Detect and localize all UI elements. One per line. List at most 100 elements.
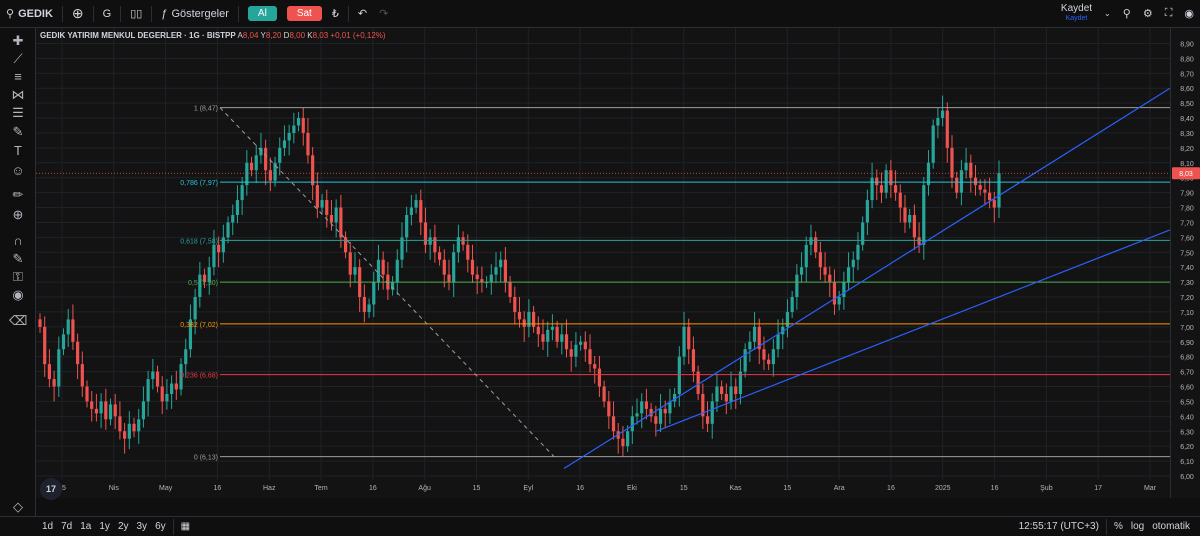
- save-button[interactable]: Kaydet Kaydet: [1055, 0, 1098, 28]
- x-tick-label: 15: [680, 485, 688, 492]
- indicators-button[interactable]: ƒ Göstergeler: [155, 0, 235, 28]
- candle-body: [217, 244, 221, 253]
- candle-body: [715, 386, 719, 402]
- lock-drawing-icon[interactable]: ✎: [9, 250, 27, 268]
- zoom-in-icon[interactable]: ⊕: [9, 206, 27, 224]
- x-tick-label: 16: [576, 485, 584, 492]
- legend-open: 8,04: [242, 31, 259, 40]
- save-dropdown-button[interactable]: ⌄: [1098, 0, 1117, 28]
- legend-change: +0,01 (+0,12%): [330, 31, 386, 40]
- candle-body: [804, 244, 808, 268]
- range-3y[interactable]: 3y: [133, 521, 152, 532]
- range-1a[interactable]: 1a: [76, 521, 95, 532]
- candle-body: [898, 192, 902, 208]
- candle-body: [362, 297, 366, 312]
- candle-body: [212, 244, 216, 268]
- candle-body: [771, 349, 775, 365]
- candle-body: [447, 274, 451, 283]
- range-1d[interactable]: 1d: [38, 521, 57, 532]
- candle-body: [644, 401, 649, 409]
- candle-body: [983, 189, 987, 193]
- candle-body: [118, 416, 122, 432]
- layers-icon[interactable]: ◇: [9, 498, 27, 516]
- candle-body: [292, 125, 296, 133]
- ruler-icon[interactable]: ✏: [9, 186, 27, 204]
- y-tick-label: 8,40: [1180, 116, 1194, 123]
- candle-body: [687, 326, 691, 350]
- candle-body: [193, 297, 197, 320]
- x-tick-label: 17: [1094, 485, 1102, 492]
- candle-body: [264, 147, 268, 171]
- undo-button[interactable]: ↶: [352, 0, 373, 28]
- candle-body: [790, 297, 794, 312]
- indicators-label: Göstergeler: [171, 7, 229, 20]
- auto-toggle[interactable]: otomatik: [1148, 521, 1194, 532]
- range-6y[interactable]: 6y: [151, 521, 170, 532]
- eye-icon[interactable]: ◉: [9, 286, 27, 304]
- log-toggle[interactable]: log: [1127, 521, 1148, 532]
- magnet-icon[interactable]: ∩: [9, 232, 27, 250]
- y-tick-label: 6,70: [1180, 370, 1194, 377]
- divider: [151, 5, 153, 22]
- candle-body: [550, 326, 555, 330]
- redo-button[interactable]: ↷: [373, 0, 394, 28]
- interval-label: G: [102, 7, 112, 20]
- price-axis[interactable]: 6,00 6,10 6,20 6,30 6,40 6,50 6,60 6,70 6,80 6,90…: [1170, 28, 1200, 498]
- candle-body: [146, 379, 150, 402]
- settings-button[interactable]: ⚙: [1137, 0, 1159, 28]
- candle-body: [90, 401, 94, 409]
- chart-area[interactable]: 15 Nis May 16 Haz Tem 16 Ağu 15 Eyl 16 Eki 15 Kas 15 Ar…: [36, 28, 1171, 498]
- sell-button[interactable]: Sat: [286, 6, 322, 21]
- y-tick-label: 7,90: [1180, 191, 1194, 198]
- candle-body: [856, 244, 860, 260]
- candle-body: [57, 349, 61, 387]
- tradingview-logo[interactable]: 17: [40, 478, 62, 500]
- compare-button[interactable]: ⊕: [66, 0, 90, 28]
- snapshot-button[interactable]: ◉: [1178, 0, 1200, 28]
- candle-body: [348, 252, 352, 275]
- date-range-icon[interactable]: ▦: [177, 521, 194, 532]
- currency-button[interactable]: ₺: [326, 0, 345, 28]
- chevron-down-icon: ⌄: [1104, 9, 1111, 18]
- y-tick-label: 8,80: [1180, 56, 1194, 63]
- candle-body: [912, 214, 916, 238]
- range-2y[interactable]: 2y: [114, 521, 133, 532]
- symbol-search[interactable]: ⚲ GEDIK: [0, 0, 59, 28]
- x-tick-label: 2025: [935, 485, 951, 492]
- horizontal-lines-icon[interactable]: ≡: [9, 68, 27, 86]
- candle-body: [861, 222, 865, 245]
- candle-body: [799, 267, 804, 275]
- y-tick-label: 8,20: [1180, 146, 1194, 153]
- last-price-label: 8,03: [1179, 171, 1193, 178]
- candle-body: [785, 311, 790, 327]
- range-7d[interactable]: 7d: [57, 521, 76, 532]
- crosshair-icon[interactable]: ✚: [9, 32, 27, 50]
- range-1y[interactable]: 1y: [95, 521, 114, 532]
- divider: [347, 5, 349, 22]
- brush-icon[interactable]: ✎: [9, 123, 27, 141]
- candle-body: [76, 341, 80, 365]
- legend-low: 8,00: [289, 31, 306, 40]
- pattern-icon[interactable]: ⋈: [9, 86, 27, 104]
- emoji-icon[interactable]: ☺: [9, 162, 27, 180]
- text-icon[interactable]: T: [9, 142, 27, 160]
- chart-type-button[interactable]: ▯▯: [124, 0, 148, 28]
- buy-button[interactable]: Al: [247, 6, 277, 21]
- candle-body: [752, 326, 757, 342]
- lock-icon[interactable]: ⚿: [9, 268, 27, 286]
- candle-body: [837, 297, 841, 305]
- percent-toggle[interactable]: %: [1110, 521, 1127, 532]
- candle-body: [320, 200, 324, 208]
- candle-body: [626, 431, 630, 447]
- interval-button[interactable]: G: [97, 0, 118, 28]
- search-button[interactable]: ⚲: [1117, 0, 1137, 28]
- candle-body: [494, 267, 498, 275]
- fib-icon[interactable]: ☰: [9, 104, 27, 122]
- trash-icon[interactable]: ⌫: [9, 312, 27, 330]
- clock-label[interactable]: 12:55:17 (UTC+3): [1015, 521, 1103, 532]
- candle-body: [846, 267, 851, 283]
- trendline-icon[interactable]: ⟋: [9, 50, 27, 68]
- candle-body: [720, 386, 724, 394]
- fullscreen-button[interactable]: ⛶: [1159, 0, 1179, 28]
- candle-body: [80, 364, 84, 387]
